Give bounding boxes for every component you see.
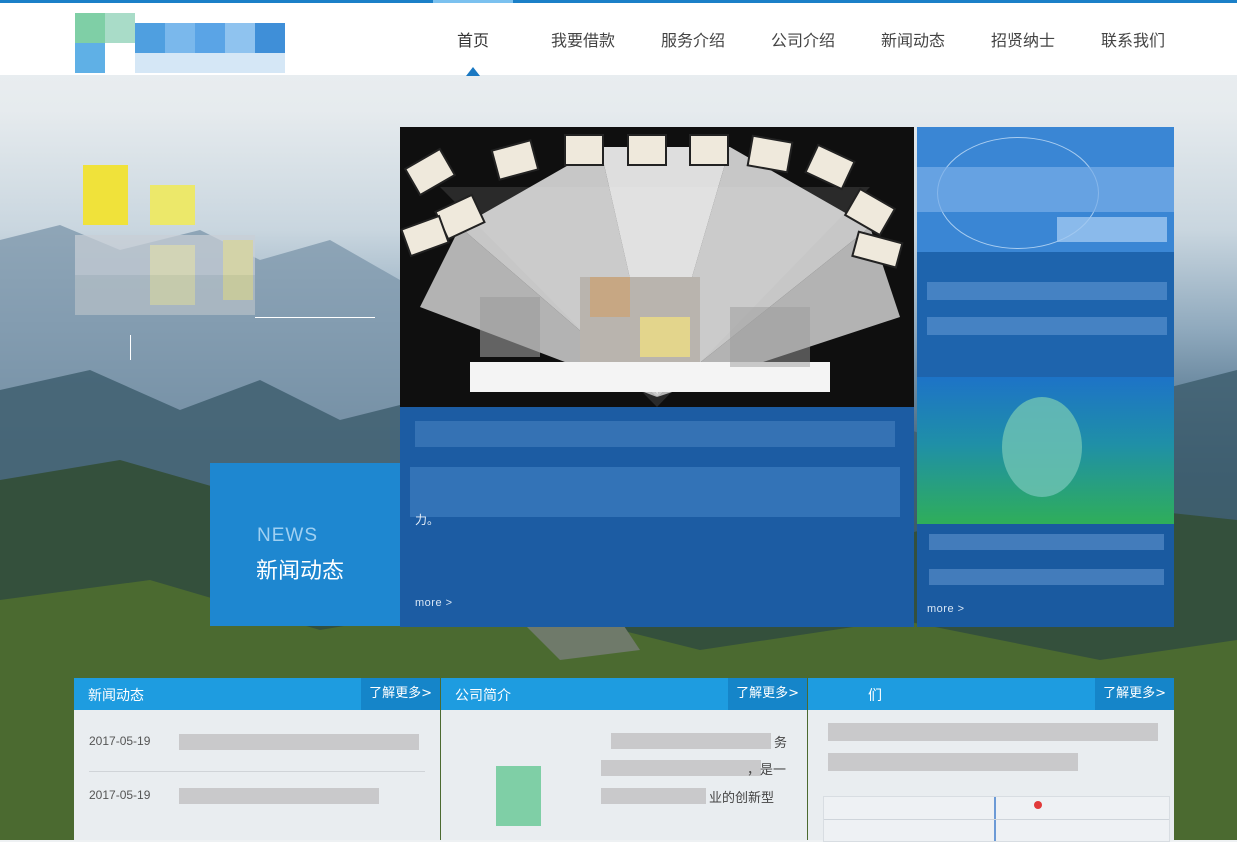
news-item-date: 2017-05-19 [89, 734, 151, 748]
company-text-blurred [601, 760, 761, 776]
news-section-label[interactable]: NEWS 新闻动态 [210, 463, 400, 626]
panel-contact-title: 们 [868, 688, 882, 704]
feature-news-summary[interactable]: 力。 more > [400, 407, 914, 627]
panel-news: 新闻动态 了解更多> 2017-05-19 2017-05-19 [74, 678, 440, 840]
site-logo[interactable] [75, 13, 290, 75]
feature-news-image[interactable] [400, 127, 914, 407]
nav-borrow[interactable]: 我要借款 [528, 3, 638, 75]
feature-text-blurred [410, 467, 900, 517]
nav-contact[interactable]: 联系我们 [1078, 3, 1188, 75]
news-item-title-blurred[interactable] [179, 734, 419, 750]
side-more-link[interactable]: more > [927, 603, 965, 615]
panel-news-header: 新闻动态 了解更多> [74, 678, 440, 710]
side-tile-green[interactable] [917, 377, 1174, 524]
nav-active-indicator [466, 67, 480, 76]
nav-company[interactable]: 公司介绍 [748, 3, 858, 75]
nav-careers[interactable]: 招贤纳士 [968, 3, 1078, 75]
company-text-fragment: 业的创新型 [709, 791, 775, 806]
news-item-date: 2017-05-19 [89, 788, 151, 802]
contact-text-blurred [828, 723, 1158, 741]
news-label-cn: 新闻动态 [256, 559, 345, 584]
nav-services[interactable]: 服务介绍 [638, 3, 748, 75]
feature-title-blurred [415, 421, 895, 447]
news-label-en: NEWS [257, 525, 318, 546]
nav-news[interactable]: 新闻动态 [858, 3, 968, 75]
panel-contact: 们 了解更多> [808, 678, 1174, 842]
panel-contact-more-button[interactable]: 了解更多> [1095, 678, 1174, 710]
company-text-blurred [611, 733, 771, 749]
company-logo-image [496, 766, 541, 826]
feature-text-fragment: 力。 [415, 513, 440, 527]
side-tile-bottom[interactable]: more > [917, 524, 1174, 627]
company-text-fragment: ，是一 [747, 763, 787, 778]
panel-company: 公司简介 了解更多> 务 ，是一 业的创新型 [441, 678, 807, 840]
nav-home[interactable]: 首页 [418, 0, 528, 75]
map-pin-icon [1034, 801, 1042, 809]
panel-company-header: 公司简介 了解更多> [441, 678, 807, 710]
side-tile-middle[interactable] [917, 252, 1174, 377]
side-tile-top[interactable] [917, 127, 1174, 252]
company-text-fragment: 务 [774, 736, 788, 751]
news-item-title-blurred[interactable] [179, 788, 379, 804]
location-map[interactable] [823, 796, 1170, 842]
company-text-blurred [601, 788, 706, 804]
panel-news-more-button[interactable]: 了解更多> [361, 678, 440, 710]
main-nav: 首页 我要借款 服务介绍 公司介绍 新闻动态 招贤纳士 联系我们 [418, 0, 1188, 75]
hero-slogan-image [75, 165, 395, 360]
panel-company-more-button[interactable]: 了解更多> [728, 678, 807, 710]
panel-contact-header: 们 了解更多> [808, 678, 1174, 710]
feature-more-link[interactable]: more > [415, 597, 453, 609]
panel-company-title: 公司简介 [455, 688, 511, 704]
news-divider [89, 771, 425, 772]
panel-news-title: 新闻动态 [88, 688, 144, 704]
contact-text-blurred [828, 753, 1078, 771]
